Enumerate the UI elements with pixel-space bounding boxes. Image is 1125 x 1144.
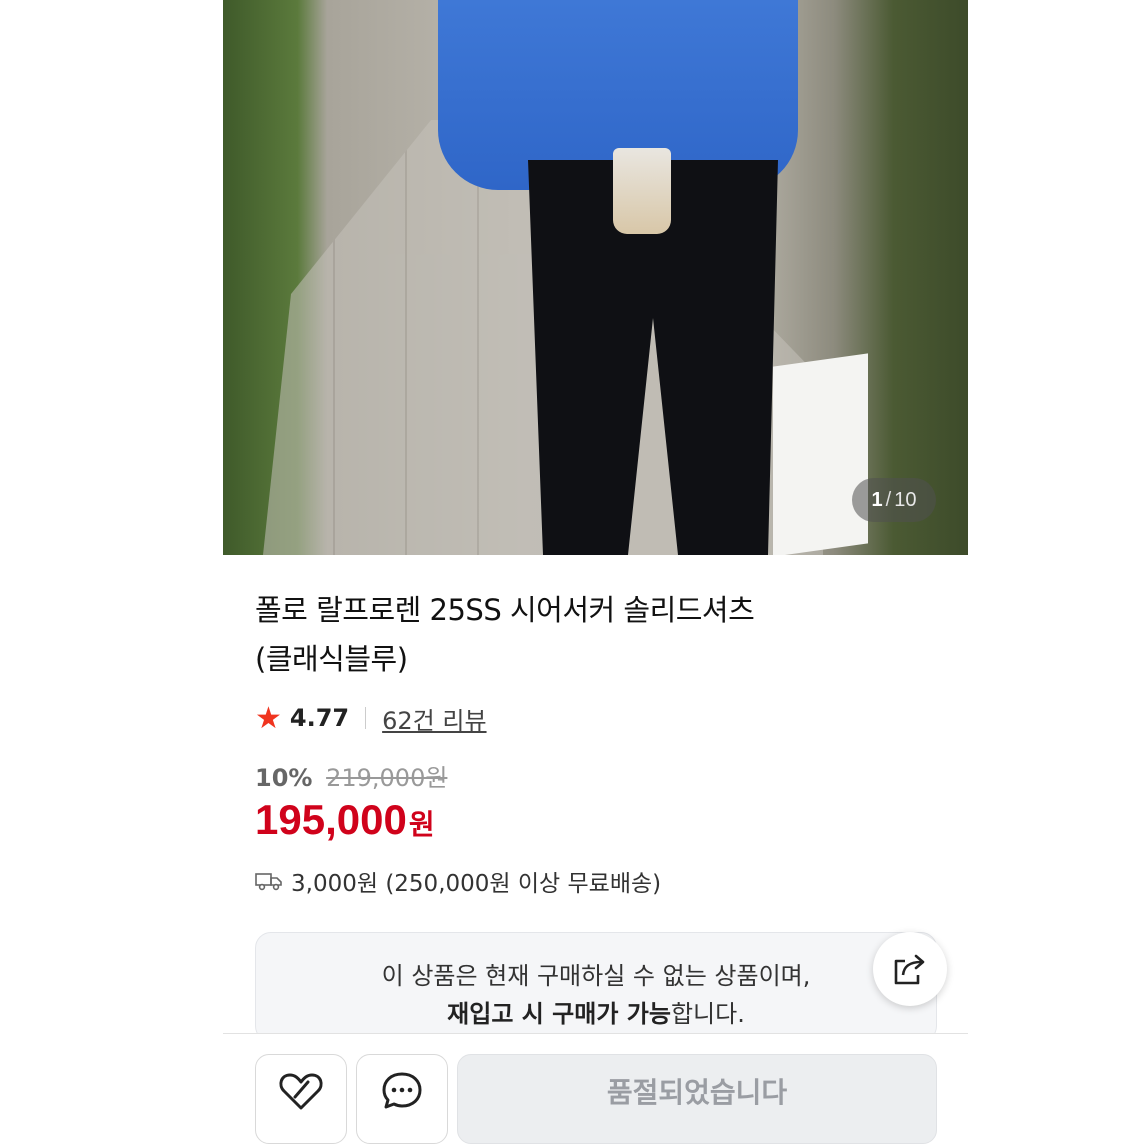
wishlist-button[interactable]: [255, 1054, 347, 1144]
share-button[interactable]: [873, 932, 947, 1006]
discount-row: 10% 219,000원: [255, 758, 447, 793]
divider: [365, 707, 367, 729]
reviews-link[interactable]: 62건 리뷰: [382, 701, 486, 736]
inquiry-button[interactable]: [356, 1054, 448, 1144]
discount-percent: 10%: [255, 764, 313, 792]
soldout-notice: 이 상품은 현재 구매하실 수 없는 상품이며, 재입고 시 구매가 가능합니다…: [255, 932, 937, 1042]
image-counter: 1 / 10: [852, 478, 936, 522]
heart-icon: [279, 1073, 323, 1110]
star-icon: ★: [255, 700, 282, 736]
chat-icon: [382, 1072, 422, 1109]
image-cup: [613, 148, 671, 234]
sale-price: 195,000원: [255, 796, 435, 843]
product-image[interactable]: 1 / 10: [223, 0, 968, 555]
rating-score: 4.77: [289, 704, 350, 732]
soldout-button[interactable]: 품절되었습니다: [457, 1054, 937, 1144]
share-icon: [894, 954, 925, 985]
product-title: 폴로 랄프로렌 25SS 시어서커 솔리드셔츠 (클래식블루): [255, 593, 755, 676]
truck-icon: [255, 873, 282, 891]
image-bag: [773, 353, 868, 555]
rating-row: ★ 4.77 62건 리뷰: [255, 700, 487, 736]
original-price: 219,000원: [326, 764, 448, 792]
shipping-info: 3,000원 (250,000원 이상 무료배송): [255, 864, 661, 898]
